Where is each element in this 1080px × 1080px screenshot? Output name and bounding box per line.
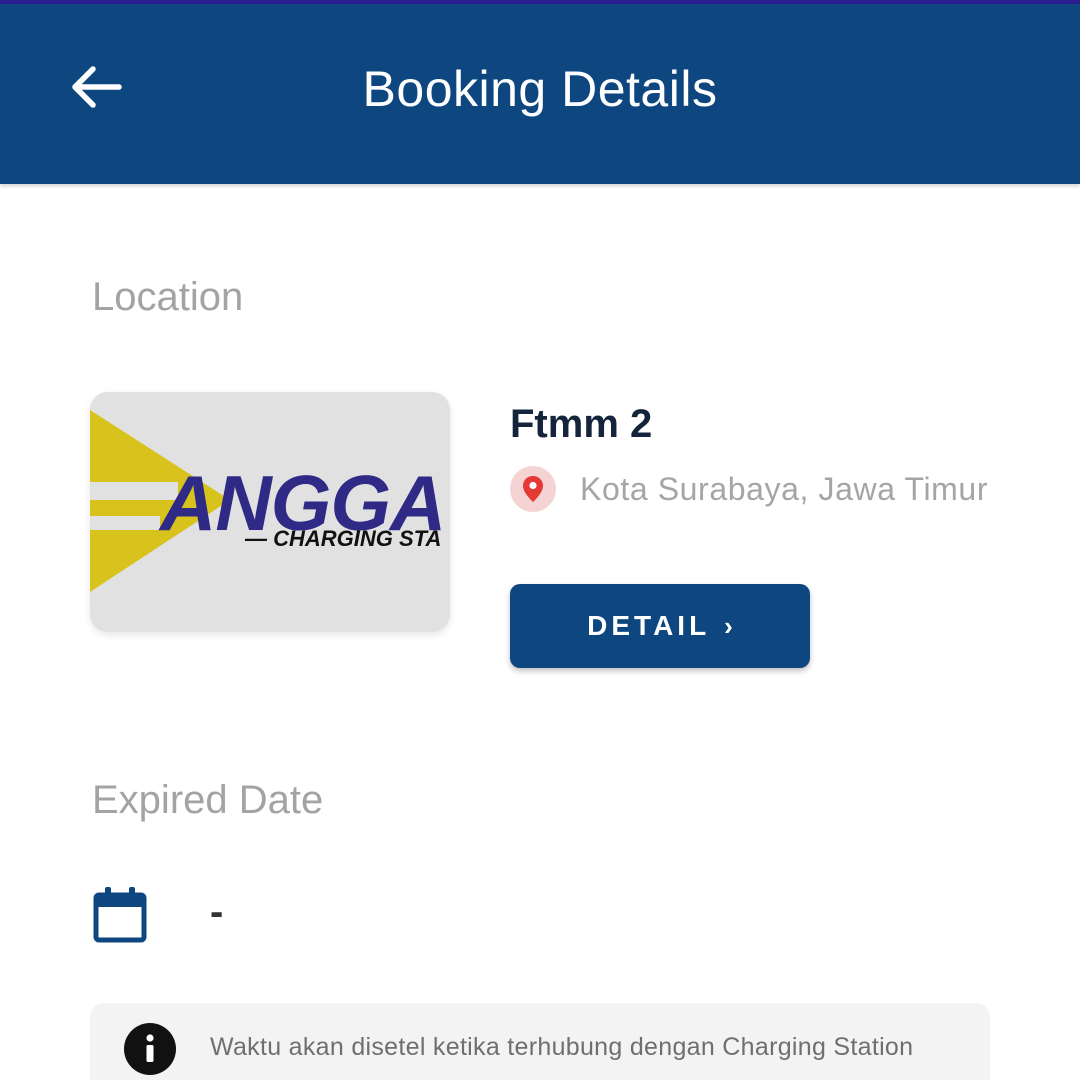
station-name: Ftmm 2	[510, 402, 653, 446]
expired-date-value: -	[210, 890, 224, 934]
location-pin-badge	[510, 466, 556, 512]
detail-button[interactable]: DETAIL ›	[510, 584, 810, 668]
info-message: Waktu akan disetel ketika terhubung deng…	[210, 1033, 914, 1061]
detail-button-label: DETAIL	[587, 610, 711, 641]
logo-wordmark: ANGGA	[160, 459, 446, 547]
expired-date-section-label: Expired Date	[92, 778, 324, 822]
map-pin-icon	[523, 476, 543, 502]
info-icon	[124, 1023, 176, 1075]
location-section-label: Location	[92, 275, 244, 319]
station-address: Kota Surabaya, Jawa Timur	[580, 471, 989, 507]
page-title: Booking Details	[362, 61, 718, 117]
app-bar: Booking Details	[0, 4, 1080, 184]
calendar-icon	[93, 887, 147, 943]
chevron-right-icon: ›	[724, 610, 733, 641]
